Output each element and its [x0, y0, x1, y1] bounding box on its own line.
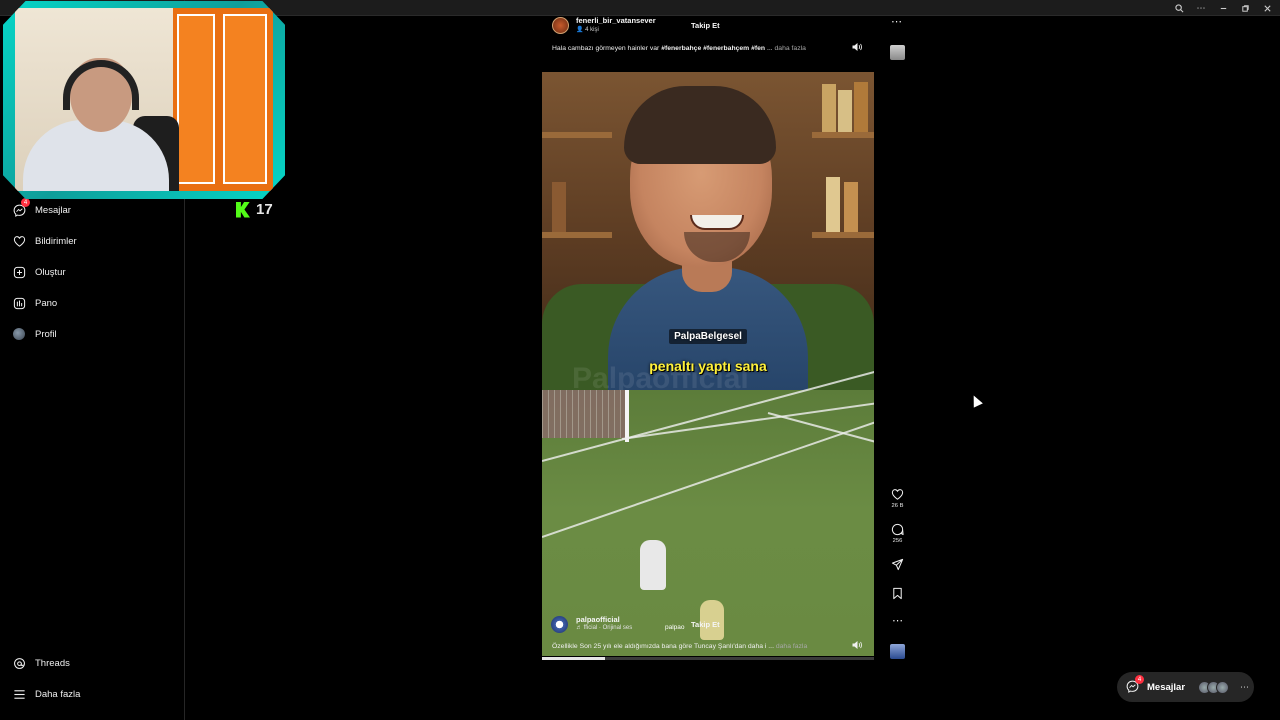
video-subtitle: penaltı yaptı sana: [649, 358, 767, 374]
caption-hashtags[interactable]: #fenerbahçe #fenerbahçem #fen: [661, 45, 765, 52]
reel-caption: Özellikle Son 25 yılı ele aldığımızda ba…: [552, 643, 807, 650]
reel-more-options-icon[interactable]: ⋯: [889, 614, 906, 627]
like-button[interactable]: 26 B: [889, 488, 906, 509]
messenger-icon: 4: [1126, 675, 1144, 694]
sidebar-item-profile[interactable]: Profil: [12, 327, 57, 341]
mouse-cursor: [969, 393, 983, 408]
webcam-overlay: [3, 1, 285, 199]
webcam-feed: [15, 8, 273, 191]
audio-label: fficial · Orijinal ses: [583, 625, 633, 631]
share-button[interactable]: [889, 558, 906, 571]
reel-audio[interactable]: ♬ fficial · Orijinal ses: [576, 625, 632, 631]
caption-text: Hala cambazı görmeyen hainler var: [552, 45, 662, 52]
messages-pill[interactable]: 4 Mesajlar ⋯: [1117, 672, 1254, 702]
comment-count: 256: [892, 538, 903, 544]
restore-icon[interactable]: [1236, 0, 1254, 16]
reel-video[interactable]: Palpaofficial PalpaBelgesel penaltı yapt…: [542, 72, 874, 656]
kick-viewer-badge: 17: [236, 201, 273, 218]
previous-reel-thumbnail[interactable]: [890, 45, 905, 60]
kick-logo-icon: [236, 201, 250, 218]
video-tag: PalpaBelgesel: [542, 329, 874, 344]
sidebar-item-label: Daha fazla: [35, 688, 81, 700]
sidebar-item-more[interactable]: Daha fazla: [12, 687, 80, 701]
recent-contacts: [1198, 680, 1230, 694]
zoom-icon[interactable]: [1170, 0, 1188, 16]
like-count: 26 B: [891, 503, 904, 509]
people-count: 4 kişi: [585, 27, 599, 33]
sound-icon[interactable]: [851, 41, 863, 53]
more-icon: ⋯: [1240, 681, 1250, 692]
reel-caption-more-link[interactable]: daha fazla: [776, 643, 807, 650]
threads-icon: [12, 656, 26, 670]
follow-button[interactable]: Takip Et: [691, 21, 720, 30]
plus-square-icon: [12, 265, 26, 279]
sound-icon[interactable]: [851, 639, 863, 651]
window-controls: ⋯: [1170, 0, 1276, 16]
bookmark-icon: [893, 587, 902, 600]
avatar-icon: [12, 327, 26, 341]
video-tag-text: PalpaBelgesel: [669, 329, 747, 344]
more-options-icon[interactable]: ⋯: [891, 15, 903, 28]
messages-pill-label: Mesajlar: [1147, 681, 1186, 693]
sidebar-item-label: Oluştur: [35, 266, 66, 278]
sidebar-item-label: Threads: [35, 657, 70, 669]
people-icon: 👤: [576, 27, 584, 33]
save-button[interactable]: [889, 587, 906, 600]
viewer-count: 17: [256, 201, 273, 218]
post-author-username[interactable]: fenerli_bir_vatansever: [576, 16, 656, 25]
minimize-icon[interactable]: [1214, 0, 1232, 16]
post-author-avatar[interactable]: [552, 17, 569, 34]
reel-author-avatar[interactable]: [551, 616, 568, 633]
sidebar-item-messages[interactable]: 4 Mesajlar: [12, 198, 71, 217]
messages-badge: 4: [21, 198, 30, 207]
reel-caption-text: Özellikle Son 25 yılı ele aldığımızda ba…: [552, 643, 767, 650]
video-progress-fill: [542, 657, 606, 660]
music-icon: ♬: [576, 625, 582, 631]
sidebar-item-threads[interactable]: Threads: [12, 656, 70, 670]
sidebar-item-label: Pano: [35, 297, 58, 309]
reel-author-username[interactable]: palpaofficial: [576, 615, 620, 624]
messenger-icon: 4: [12, 198, 30, 217]
avatar: [1216, 680, 1230, 694]
sidebar-item-dashboard[interactable]: Pano: [12, 296, 57, 310]
menu-icon: [12, 687, 26, 701]
caption-ellipsis: ...: [765, 45, 775, 52]
heart-icon: [12, 234, 26, 248]
send-icon: [891, 558, 904, 571]
dashboard-icon: [12, 296, 26, 310]
video-progress-bar[interactable]: [542, 657, 874, 660]
sidebar-item-create[interactable]: Oluştur: [12, 265, 66, 279]
comment-button[interactable]: 256: [889, 523, 906, 544]
messages-pill-badge: 4: [1135, 675, 1144, 684]
audio-thumbnail[interactable]: [890, 644, 905, 659]
post-collab-count: 👤 4 kişi: [576, 26, 599, 33]
sidebar-item-label: Profil: [35, 328, 57, 340]
comment-icon: [891, 523, 904, 536]
sidebar-item-notifications[interactable]: Bildirimler: [12, 234, 77, 248]
reel-caption-ellipsis: ...: [766, 643, 776, 650]
more-icon[interactable]: ⋯: [1192, 0, 1210, 16]
reel-follow-button[interactable]: Takip Et: [691, 620, 720, 629]
reel-tag: palpao: [665, 624, 685, 631]
post-caption: Hala cambazı görmeyen hainler var #fener…: [552, 45, 806, 52]
heart-icon: [891, 489, 904, 500]
close-icon[interactable]: [1258, 0, 1276, 16]
sidebar-item-label: Mesajlar: [35, 204, 71, 216]
caption-more-link[interactable]: daha fazla: [775, 45, 806, 52]
sidebar-item-label: Bildirimler: [35, 235, 77, 247]
